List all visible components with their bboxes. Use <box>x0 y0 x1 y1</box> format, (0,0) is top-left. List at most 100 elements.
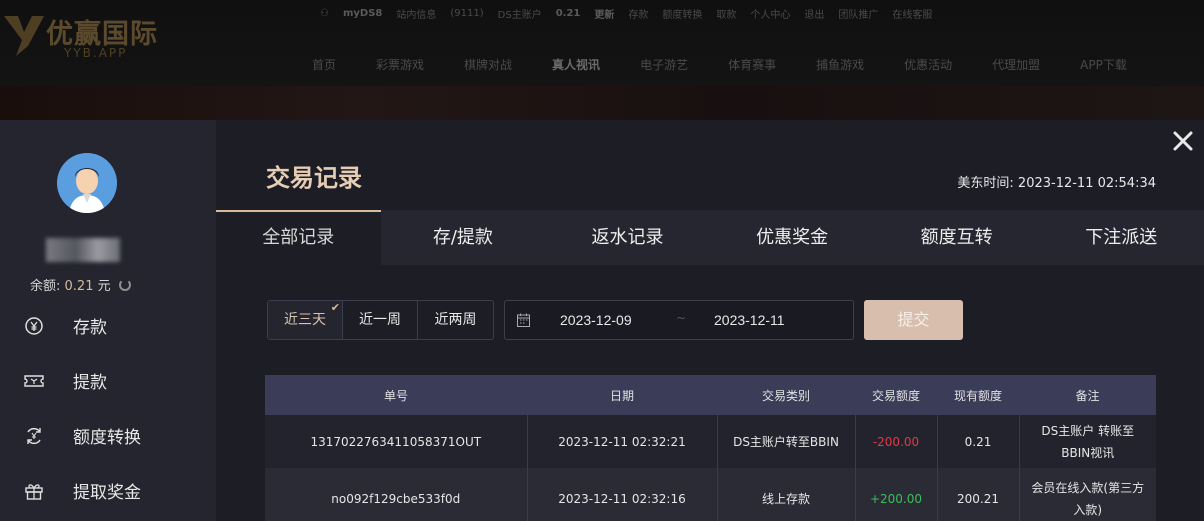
nav-item[interactable]: 优惠活动 <box>904 56 952 73</box>
top-link-withdraw[interactable]: 取款 <box>716 6 736 21</box>
cell-balance: 0.21 <box>937 415 1020 468</box>
cell-amount: +200.00 <box>855 468 938 521</box>
sidebar-item-withdraw[interactable]: 提款 <box>0 353 216 408</box>
range-label: 近两周 <box>434 312 477 328</box>
col-header-type: 交易类别 <box>717 375 855 415</box>
top-link-transfer[interactable]: 额度转换 <box>662 6 702 21</box>
tab-rebate[interactable]: 返水记录 <box>545 210 710 265</box>
gift-icon <box>25 483 43 500</box>
range-1-week-button[interactable]: 近一周 <box>343 301 418 339</box>
avatar <box>57 153 117 213</box>
user-icon: ⚇ <box>320 7 329 19</box>
nav-item[interactable]: 捕鱼游戏 <box>816 56 864 73</box>
top-link-support[interactable]: 在线客服 <box>892 6 932 21</box>
nav-item-active[interactable]: 真人视讯 <box>552 56 600 73</box>
quick-range-group: 近三天 ✔ 近一周 近两周 <box>267 300 494 340</box>
submit-button[interactable]: 提交 <box>864 300 963 340</box>
app-root: 优赢国际 YYB.APP ⚇ myDS8 站内信息 (9111) DS主账户 0… <box>0 0 1204 521</box>
close-icon[interactable] <box>1172 130 1194 152</box>
server-time-label: 美东时间: <box>957 176 1014 191</box>
range-label: 近一周 <box>359 312 401 328</box>
balance-label: 余额: <box>30 279 61 294</box>
nav-item[interactable]: 首页 <box>312 56 336 73</box>
nav-item[interactable]: 体育赛事 <box>728 56 776 73</box>
range-2-weeks-button[interactable]: 近两周 <box>418 301 493 339</box>
page-title: 交易记录 <box>266 164 362 192</box>
cell-amount: -200.00 <box>855 415 938 468</box>
brand-subtitle: YYB.APP <box>64 46 128 60</box>
cell-order-id: 1317022763411058371OUT <box>265 415 528 468</box>
col-header-balance: 现有额度 <box>937 375 1019 415</box>
range-label: 近三天 <box>284 312 326 328</box>
cell-note: 会员在线入款(第三方入款) <box>1019 468 1156 521</box>
top-link-messages[interactable]: 站内信息 <box>396 6 436 21</box>
cell-date: 2023-12-11 02:32:16 <box>527 468 718 521</box>
filter-bar: 近三天 ✔ 近一周 近两周 ~ 提交 <box>267 300 963 340</box>
top-link-deposit[interactable]: 存款 <box>628 6 648 21</box>
site-logo[interactable]: 优赢国际 YYB.APP <box>2 6 202 70</box>
date-range-picker[interactable]: ~ <box>504 300 854 340</box>
sidebar-item-bonus[interactable]: 提取奖金 <box>0 463 216 518</box>
cell-type: DS主账户转至BBIN <box>717 415 856 468</box>
sidebar-item-deposit[interactable]: 存款 <box>0 298 216 353</box>
logo-mark-icon <box>4 16 44 56</box>
tab-promo-bonus[interactable]: 优惠奖金 <box>710 210 875 265</box>
hero-banner-strip <box>0 86 1204 120</box>
table-row[interactable]: no092f129cbe533f0d 2023-12-11 02:32:16 线… <box>265 468 1156 521</box>
check-icon: ✔ <box>330 301 340 314</box>
record-tabs: 全部记录 存/提款 返水记录 优惠奖金 额度互转 下注派送 <box>216 210 1204 265</box>
top-link-main-account: DS主账户 <box>497 9 542 21</box>
top-link-profile[interactable]: 个人中心 <box>750 6 790 21</box>
nav-item[interactable]: 棋牌对战 <box>464 56 512 73</box>
date-from-input[interactable] <box>560 301 670 339</box>
range-3-days-button[interactable]: 近三天 ✔ <box>268 301 343 339</box>
top-link-logout[interactable]: 退出 <box>804 6 824 21</box>
calendar-icon <box>517 313 530 327</box>
tab-bet-payout[interactable]: 下注派送 <box>1039 210 1204 265</box>
nav-item[interactable]: 电子游艺 <box>640 56 688 73</box>
site-header: 优赢国际 YYB.APP ⚇ myDS8 站内信息 (9111) DS主账户 0… <box>0 0 1204 120</box>
col-header-note: 备注 <box>1019 375 1156 415</box>
date-to-input[interactable] <box>714 301 824 339</box>
top-bar: ⚇ myDS8 站内信息 (9111) DS主账户 0.21 更新 存款 额度转… <box>320 4 946 22</box>
sidebar-item-label: 额度转换 <box>73 428 141 448</box>
cell-type: 线上存款 <box>717 468 856 521</box>
nav-item[interactable]: APP下载 <box>1080 56 1127 73</box>
main-nav: 首页 彩票游戏 棋牌对战 真人视讯 电子游艺 体育赛事 捕鱼游戏 优惠活动 代理… <box>312 56 1167 73</box>
transaction-table: 单号 日期 交易类别 交易额度 现有额度 备注 1317022763411058… <box>265 375 1156 521</box>
date-separator: ~ <box>676 311 687 325</box>
top-link-message-count[interactable]: (9111) <box>450 8 483 19</box>
balance-unit: 元 <box>97 279 111 294</box>
top-link-balance: 0.21 <box>555 7 581 19</box>
cell-balance: 200.21 <box>937 468 1020 521</box>
table-header-row: 单号 日期 交易类别 交易额度 现有额度 备注 <box>265 375 1156 415</box>
top-link-promote[interactable]: 团队推广 <box>838 6 878 21</box>
tab-transfer[interactable]: 额度互转 <box>874 210 1039 265</box>
cell-date: 2023-12-11 02:32:21 <box>527 415 718 468</box>
server-time: 美东时间: 2023-12-11 02:54:34 <box>957 172 1156 191</box>
table-row[interactable]: 1317022763411058371OUT 2023-12-11 02:32:… <box>265 415 1156 468</box>
transaction-panel: 交易记录 美东时间: 2023-12-11 02:54:34 全部记录 存/提款… <box>216 120 1204 521</box>
col-header-date: 日期 <box>527 375 717 415</box>
sidebar-item-transfer[interactable]: 额度转换 <box>0 408 216 463</box>
ticket-icon <box>24 374 44 387</box>
account-sidebar: 余额: 0.21 元 存款 提款 额度转换 提取奖金 <box>0 120 216 521</box>
sidebar-item-label: 提取奖金 <box>73 483 141 503</box>
exchange-icon <box>27 427 41 444</box>
top-link-username[interactable]: myDS8 <box>343 8 382 19</box>
sidebar-item-label: 存款 <box>73 318 107 338</box>
balance-display: 余额: 0.21 元 <box>30 275 131 294</box>
sidebar-menu: 存款 提款 额度转换 提取奖金 <box>0 298 216 518</box>
server-time-value: 2023-12-11 02:54:34 <box>1017 176 1156 191</box>
top-link-refresh[interactable]: 更新 <box>594 6 614 21</box>
col-header-order-id: 单号 <box>265 375 527 415</box>
tab-deposit-withdraw[interactable]: 存/提款 <box>381 210 546 265</box>
cell-order-id: no092f129cbe533f0d <box>265 468 528 521</box>
tab-all-records[interactable]: 全部记录 <box>216 210 381 265</box>
sidebar-item-label: 提款 <box>73 373 107 393</box>
refresh-icon[interactable] <box>118 279 131 291</box>
yen-circle-icon <box>25 316 43 335</box>
nav-item[interactable]: 彩票游戏 <box>376 56 424 73</box>
col-header-amount: 交易额度 <box>855 375 937 415</box>
nav-item[interactable]: 代理加盟 <box>992 56 1040 73</box>
